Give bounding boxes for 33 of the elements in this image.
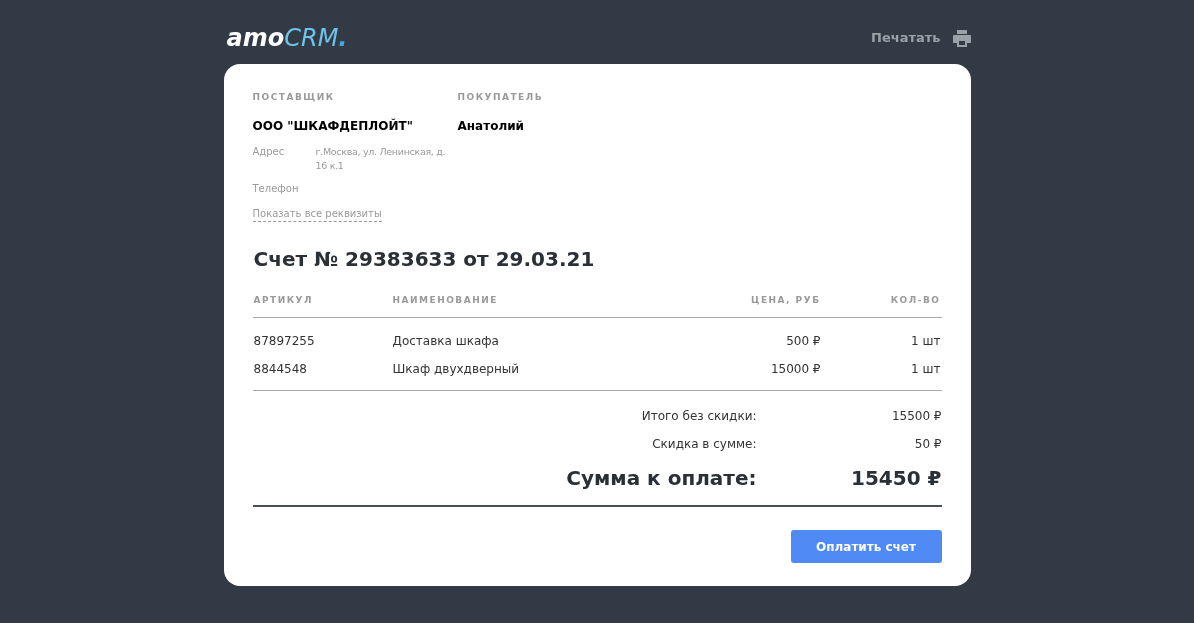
logo-text: . (338, 26, 348, 50)
table-cell-text: 15000 ₽ (769, 361, 821, 378)
column-header: ЦЕНА, РУБ (750, 293, 821, 307)
table-cell-text: Шкаф двухдверный (392, 361, 521, 378)
field-label: Адрес (252, 144, 286, 159)
buyer-name: Анатолий (457, 117, 525, 135)
column-header: АРТИКУЛ (253, 293, 314, 307)
total-value: 50 ₽ (913, 436, 942, 453)
section-heading: ПОСТАВЩИК (252, 91, 336, 104)
table-cell-text: Доставка шкафа (392, 333, 500, 350)
field-value: г.Москва, ул. Ленинская, д. 16 к.1 (315, 144, 447, 173)
table-cell-text: 87897255 (253, 333, 316, 350)
logo-text: CRM (284, 26, 339, 50)
total-value: 15450 ₽ (850, 465, 942, 492)
total-label: Итого без скидки: (641, 408, 757, 425)
total-value: 15500 ₽ (890, 408, 942, 425)
table-cell-text: 1 шт (910, 361, 941, 378)
table-cell-text: 1 шт (910, 333, 941, 350)
print-button[interactable]: Печатать (871, 28, 971, 48)
details-link[interactable]: Показать все реквизиты (252, 205, 382, 222)
field-label: Телефон (252, 181, 300, 196)
invoice-title: Счет № 29383633 от 29.03.21 (253, 245, 596, 273)
logo-text: amo (226, 26, 285, 50)
total-label: Сумма к оплате: (566, 465, 757, 492)
table-cell-text: 8844548 (253, 361, 308, 378)
total-label: Скидка в сумме: (652, 436, 757, 453)
section-heading: ПОКУПАТЕЛЬ (457, 91, 544, 104)
column-header: НАИМЕНОВАНИЕ (392, 293, 499, 307)
pay-button[interactable]: Оплатить счет (790, 530, 942, 563)
supplier-name: ООО "ШКАФДЕПЛОЙТ" (252, 117, 414, 135)
column-header: КОЛ-ВО (889, 293, 941, 307)
printer-icon (952, 29, 971, 47)
table-cell-text: 500 ₽ (785, 333, 821, 350)
